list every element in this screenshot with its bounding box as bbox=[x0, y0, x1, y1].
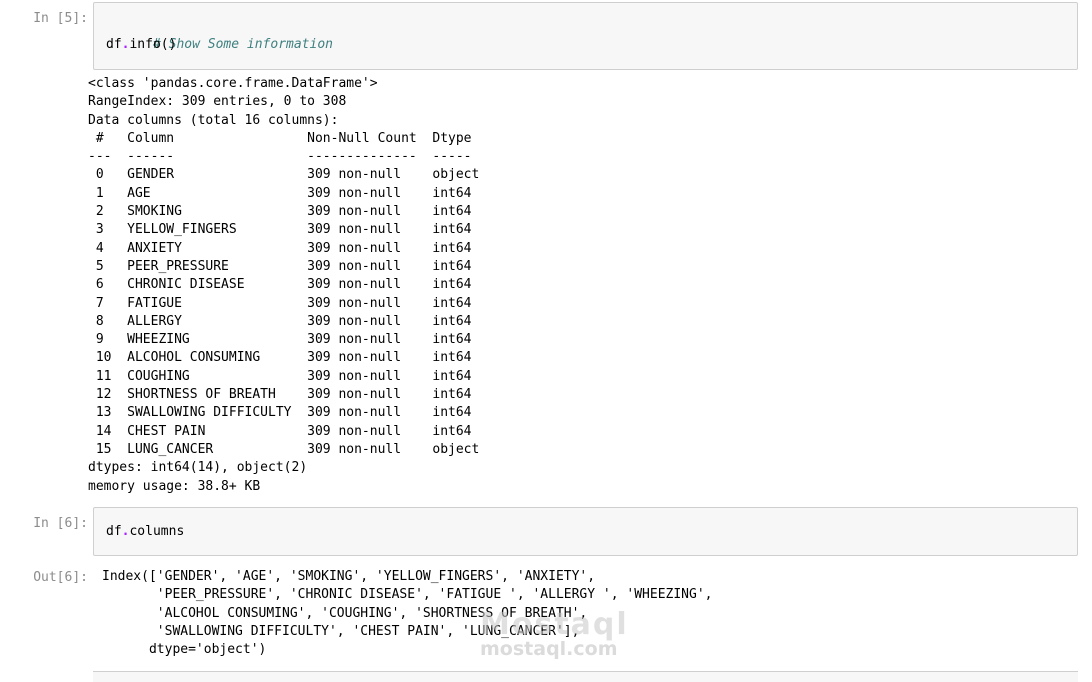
code-comment: # Show Some information bbox=[152, 37, 333, 52]
code-parens: () bbox=[160, 37, 177, 52]
code-input-cell-6[interactable]: df.columns bbox=[93, 507, 1078, 556]
code-variable: df bbox=[106, 524, 122, 539]
code-line-columns: df.columns bbox=[106, 523, 184, 541]
code-variable: df bbox=[106, 37, 122, 52]
output-text-6: Index(['GENDER', 'AGE', 'SMOKING', 'YELL… bbox=[102, 569, 713, 658]
code-input-cell-5[interactable]: # Show Some information df.info() bbox=[93, 2, 1078, 70]
input-prompt-5: In [5]: bbox=[33, 11, 88, 26]
output-text-5: <class 'pandas.core.frame.DataFrame'> Ra… bbox=[88, 76, 480, 494]
code-line-call: df.info() bbox=[106, 36, 176, 54]
code-attribute: columns bbox=[129, 524, 185, 539]
input-prompt-6: In [6]: bbox=[33, 516, 88, 531]
output-prompt-6: Out[6]: bbox=[33, 570, 88, 585]
code-method: info bbox=[129, 37, 161, 52]
